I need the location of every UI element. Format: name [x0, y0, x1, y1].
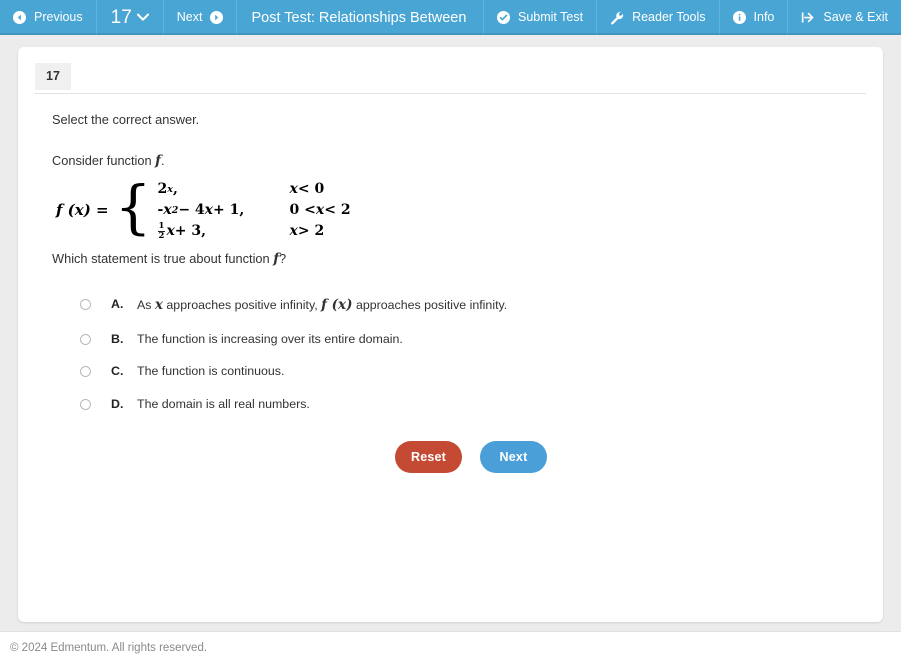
- question-card: 17 Select the correct answer. Consider f…: [18, 47, 883, 622]
- test-title-text: Post Test: Relationships Between Functio…: [251, 9, 469, 26]
- answer-option-d[interactable]: D. The domain is all real numbers.: [80, 397, 849, 411]
- info-button[interactable]: Info: [718, 0, 788, 35]
- test-title: Post Test: Relationships Between Functio…: [237, 0, 483, 35]
- option-text-d: The domain is all real numbers.: [137, 396, 310, 411]
- piece-condition: x < 0: [289, 181, 325, 197]
- submit-test-label: Submit Test: [518, 10, 584, 25]
- question-tab-row: 17: [35, 63, 866, 94]
- piece-condition: x > 2: [289, 223, 325, 239]
- info-label: Info: [753, 10, 775, 25]
- answer-option-a[interactable]: A. As x approaches positive infinity, f …: [80, 297, 849, 313]
- instruction-text: Select the correct answer.: [52, 112, 200, 127]
- consider-prefix: Consider function: [52, 153, 156, 168]
- function-lhs: f (x) =: [56, 201, 109, 219]
- question-text: Which statement is true about function f…: [52, 251, 849, 267]
- radio-button-a[interactable]: [80, 299, 91, 310]
- consider-function-text: Consider function f.: [52, 153, 849, 169]
- question-body: Select the correct answer. Consider func…: [18, 94, 883, 473]
- submit-test-button[interactable]: Submit Test: [483, 0, 596, 35]
- question-number-value: 17: [110, 6, 132, 28]
- question-prefix: Which statement is true about function: [52, 251, 274, 266]
- piece-condition: 0 < x < 2: [289, 202, 351, 218]
- save-and-exit-button[interactable]: Save & Exit: [787, 0, 901, 35]
- chevron-down-icon: [136, 13, 149, 22]
- answer-options: A. As x approaches positive infinity, f …: [80, 297, 849, 411]
- consider-suffix: .: [160, 153, 165, 168]
- check-circle-icon: [497, 11, 510, 24]
- sign-out-icon: [801, 11, 815, 24]
- top-navigation-bar: Previous 17 Next Post Test: Relationship…: [0, 0, 901, 35]
- piecewise-rows: 2x, -x2 − 4x + 1, 12x + 3, x < 0 0 < x <…: [157, 179, 410, 242]
- option-text-c: The function is continuous.: [137, 364, 285, 378]
- action-buttons: Reset Next: [395, 440, 849, 473]
- next-nav-label: Next: [176, 10, 203, 25]
- next-nav-button[interactable]: Next: [164, 0, 238, 35]
- piecewise-expressions: 2x, -x2 − 4x + 1, 12x + 3,: [157, 179, 290, 242]
- radio-button-d[interactable]: [80, 398, 91, 410]
- radio-button-b[interactable]: [80, 333, 91, 345]
- page-footer: © 2024 Edmentum. All rights reserved.: [0, 631, 901, 667]
- piecewise-function: f (x) = { 2x, -x2 − 4x + 1, 12x + 3, x <…: [56, 173, 849, 242]
- piecewise-conditions: x < 0 0 < x < 2 x > 2: [290, 179, 410, 242]
- answer-option-b[interactable]: B. The function is increasing over its e…: [80, 332, 849, 346]
- previous-button[interactable]: Previous: [0, 0, 97, 35]
- arrow-left-circle-icon: [13, 11, 26, 24]
- previous-label: Previous: [34, 10, 83, 25]
- question-tab-number: 17: [46, 69, 60, 83]
- reset-button[interactable]: Reset: [395, 440, 462, 473]
- option-text-b: The function is increasing over its enti…: [137, 331, 403, 346]
- question-suffix: ?: [279, 251, 287, 266]
- option-letter-d: D.: [111, 396, 124, 411]
- save-and-exit-label: Save & Exit: [823, 10, 888, 25]
- option-text-a: As x approaches positive infinity, f (x)…: [137, 297, 508, 313]
- question-number-dropdown[interactable]: 17: [97, 0, 164, 35]
- piece-expression: 12x + 3,: [157, 220, 207, 241]
- next-button[interactable]: Next: [480, 440, 547, 473]
- piece-expression: -x2 − 4x + 1,: [157, 202, 245, 218]
- arrow-right-circle-icon: [210, 11, 224, 24]
- top-actions-group: Submit Test Reader Tools Info Save & Exi…: [483, 0, 901, 35]
- reader-tools-label: Reader Tools: [632, 10, 706, 25]
- info-circle-icon: [732, 11, 746, 24]
- reader-tools-button[interactable]: Reader Tools: [596, 0, 718, 35]
- option-letter-c: C.: [111, 364, 124, 378]
- copyright-text: © 2024 Edmentum. All rights reserved.: [10, 642, 208, 654]
- wrench-icon: [610, 11, 624, 25]
- radio-button-c[interactable]: [80, 366, 91, 377]
- piece-expression: 2x,: [157, 181, 178, 197]
- option-letter-a: A.: [111, 297, 124, 311]
- left-brace: {: [114, 173, 152, 242]
- answer-option-c[interactable]: C. The function is continuous.: [80, 364, 849, 378]
- option-letter-b: B.: [111, 331, 124, 346]
- question-tab[interactable]: 17: [35, 63, 71, 90]
